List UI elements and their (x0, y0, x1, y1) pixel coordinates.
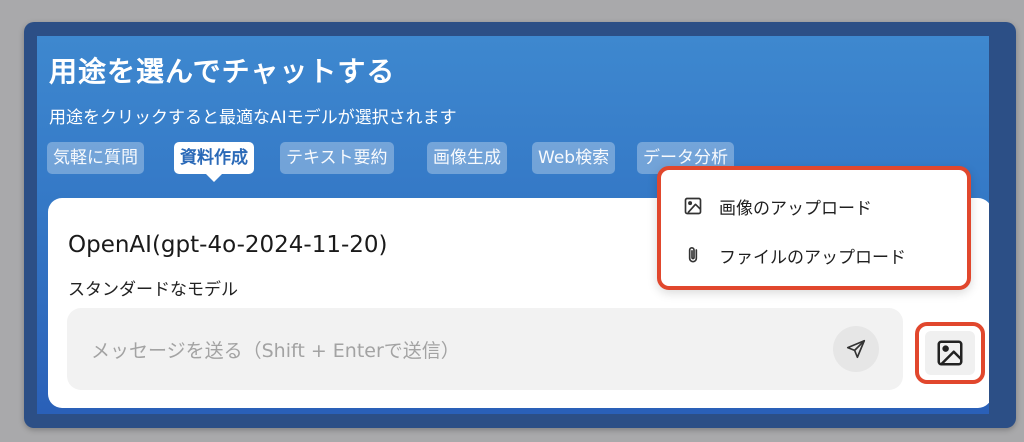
tab-text-summary[interactable]: テキスト要約 (280, 142, 394, 174)
page-subtitle: 用途をクリックすると最適なAIモデルが選択されます (49, 108, 457, 128)
menu-item-upload-image[interactable]: 画像のアップロード (683, 191, 872, 221)
model-description: スタンダードなモデル (68, 280, 238, 300)
image-icon (683, 196, 703, 216)
attach-image-inner (925, 331, 975, 375)
paperclip-icon (683, 245, 703, 265)
message-placeholder: メッセージを送る（Shift + Enterで送信） (91, 340, 460, 362)
tab-document-creation[interactable]: 資料作成 (174, 142, 254, 182)
send-icon (846, 339, 866, 359)
tab-web-search[interactable]: Web検索 (532, 142, 616, 174)
tab-image-generation[interactable]: 画像生成 (427, 142, 507, 174)
menu-item-label: 画像のアップロード (719, 198, 872, 219)
attach-image-button[interactable] (915, 322, 985, 384)
page-title: 用途を選んでチャットする (49, 55, 396, 88)
message-input[interactable]: メッセージを送る（Shift + Enterで送信） (67, 308, 903, 390)
model-name: OpenAI(gpt-4o-2024-11-20) (68, 232, 388, 258)
menu-item-label: ファイルのアップロード (719, 247, 906, 268)
tab-casual-question[interactable]: 気軽に質問 (47, 142, 144, 174)
upload-menu: 画像のアップロード ファイルのアップロード (657, 166, 971, 290)
menu-item-upload-file[interactable]: ファイルのアップロード (683, 240, 906, 270)
image-icon (937, 340, 963, 366)
send-button[interactable] (833, 326, 879, 372)
